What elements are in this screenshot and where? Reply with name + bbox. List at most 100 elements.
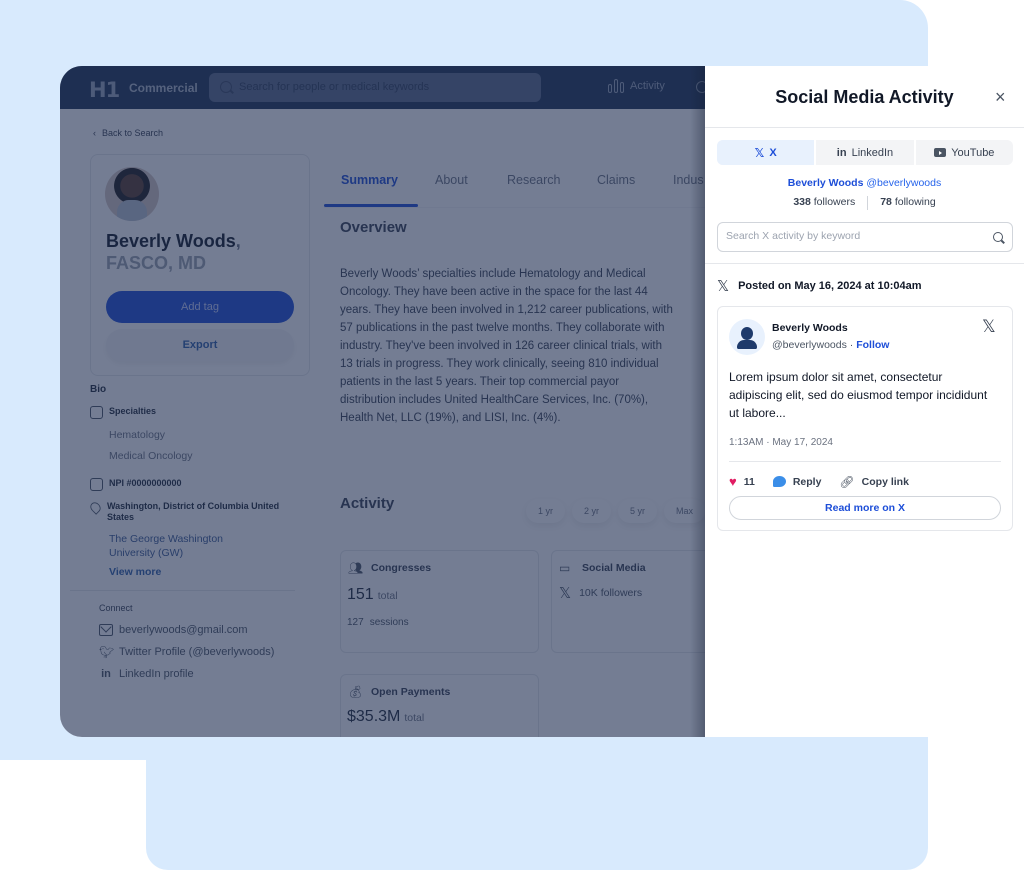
people-group-icon: 👥︎ <box>348 561 364 575</box>
profile-name: Beverly Woods, <box>106 230 241 253</box>
x-logo-icon: 𝕏 <box>559 584 572 602</box>
devices-icon: ▭ <box>559 561 571 575</box>
posted-on-text: Posted on May 16, 2024 at 10:04am <box>738 280 922 292</box>
post-date-header: 𝕏 Posted on May 16, 2024 at 10:04am <box>717 277 922 295</box>
tab-research[interactable]: Research <box>507 173 561 187</box>
connect-twitter[interactable]: 🐦︎ Twitter Profile (@beverlywoods) <box>99 641 274 663</box>
congresses-total-value: 151 <box>347 586 374 603</box>
congresses-total-label: total <box>377 590 398 602</box>
congresses-card[interactable]: 👥︎ Congresses 151 total 127 sessions <box>340 550 539 653</box>
account-info[interactable]: Beverly Woods @beverlywoods <box>705 177 1024 189</box>
global-search-input[interactable]: Search for people or medical keywords <box>209 73 541 102</box>
location-pin-icon <box>88 500 103 515</box>
tweet-author-name[interactable]: Beverly Woods <box>772 322 848 334</box>
tab-x-label: X <box>769 146 777 159</box>
avatar-head <box>741 327 753 340</box>
overview-title: Overview <box>340 219 407 236</box>
tweet-body: Lorem ipsum dolor sit amet, consectetur … <box>729 370 988 420</box>
search-icon[interactable] <box>993 232 1003 242</box>
account-name: Beverly Woods <box>787 177 864 189</box>
range-5yr-button[interactable]: 5 yr <box>618 499 658 523</box>
connect-section: Connect beverlywoods@gmail.com 🐦︎ Twitte… <box>99 603 274 685</box>
profile-card: Beverly Woods, FASCO, MD Add tag Export <box>90 154 310 376</box>
divider <box>729 461 1001 462</box>
range-1yr-button[interactable]: 1 yr <box>526 499 566 523</box>
link-icon: 🔗︎ <box>839 474 855 489</box>
add-tag-button[interactable]: Add tag <box>106 291 294 323</box>
search-placeholder: Search for people or medical keywords <box>239 81 430 93</box>
specialties-label: Specialties <box>109 406 157 416</box>
divider <box>705 263 1024 264</box>
payments-icon: 💰︎ <box>348 685 364 699</box>
social-followers: 𝕏 10K followers <box>559 584 642 602</box>
back-label: Back to Search <box>102 128 164 138</box>
social-media-title: Social Media <box>582 562 646 574</box>
payments-total-value: $35.3M <box>347 708 401 725</box>
divider <box>70 590 295 591</box>
tweet-actions: ♥ 11 Reply 🔗︎ Copy link <box>729 474 927 489</box>
institution-link[interactable]: The George Washington University (GW) <box>109 532 259 560</box>
copy-link-button[interactable]: 🔗︎ Copy link <box>839 475 909 489</box>
nav-activity-link[interactable]: Activity <box>608 79 665 93</box>
close-icon[interactable]: × <box>995 88 1006 106</box>
id-card-icon <box>90 478 103 491</box>
tweet-timestamp[interactable]: 1:13AM · May 17, 2024 <box>729 437 833 448</box>
view-more-link[interactable]: View more <box>109 566 161 578</box>
youtube-icon <box>934 148 947 157</box>
connect-email[interactable]: beverlywoods@gmail.com <box>99 619 274 641</box>
like-count: 11 <box>743 475 755 488</box>
tab-summary[interactable]: Summary <box>341 173 398 187</box>
tab-youtube[interactable]: YouTube <box>916 140 1013 165</box>
product-label: Commercial <box>129 81 198 95</box>
tab-x[interactable]: 𝕏 X <box>717 140 817 165</box>
h1-logo[interactable]: H1 <box>89 78 120 102</box>
tweet-handle-text: @beverlywoods <box>772 339 847 351</box>
drawer-title: Social Media Activity <box>775 87 954 107</box>
tab-about[interactable]: About <box>435 173 468 187</box>
followers-label: followers <box>813 196 856 208</box>
reply-label: Reply <box>792 475 822 488</box>
connect-linkedin[interactable]: in LinkedIn profile <box>99 663 274 685</box>
specialty-item: Medical Oncology <box>109 450 193 462</box>
twitter-text: Twitter Profile (@beverlywoods) <box>119 646 275 658</box>
nav-icon[interactable] <box>696 81 705 93</box>
activity-title: Activity <box>340 495 395 512</box>
reply-button[interactable]: Reply <box>772 475 822 488</box>
specialties-row: Specialties <box>90 406 156 419</box>
social-media-drawer: Social Media Activity × 𝕏 X in LinkedIn … <box>705 66 1024 737</box>
avatar-body <box>737 340 757 349</box>
tweet-author-avatar[interactable] <box>729 319 765 355</box>
range-2yr-button[interactable]: 2 yr <box>572 499 612 523</box>
social-followers-text: 10K followers <box>579 587 643 599</box>
profile-credentials: FASCO, MD <box>106 253 207 273</box>
open-payments-card[interactable]: 💰︎ Open Payments $35.3M total <box>340 674 539 737</box>
location-row: Washington, District of Columbia United … <box>88 500 295 523</box>
range-max-button[interactable]: Max <box>664 499 705 523</box>
like-button[interactable]: ♥ 11 <box>729 474 755 489</box>
x-logo-icon: 𝕏 <box>754 145 765 160</box>
export-button[interactable]: Export <box>106 329 294 361</box>
tab-linkedin[interactable]: in LinkedIn <box>816 140 916 165</box>
tab-claims[interactable]: Claims <box>597 173 635 187</box>
back-to-search-link[interactable]: ‹ Back to Search <box>93 128 163 138</box>
profile-name-text: Beverly Woods <box>106 231 236 251</box>
tab-industry[interactable]: Indus <box>673 173 704 187</box>
sessions-label: sessions <box>369 617 409 628</box>
mail-icon <box>99 624 113 636</box>
activity-search-field[interactable] <box>717 222 1013 252</box>
x-logo-icon[interactable]: 𝕏 <box>982 317 996 337</box>
linkedin-icon: in <box>836 146 847 159</box>
activity-search-input[interactable] <box>726 230 976 242</box>
chevron-left-icon: ‹ <box>93 128 96 138</box>
social-media-card[interactable]: ▭ Social Media 𝕏 10K followers <box>551 550 705 653</box>
tweet-author-handle: @beverlywoods · Follow <box>772 339 890 351</box>
congresses-sessions: 127 sessions <box>347 617 409 628</box>
sessions-value: 127 <box>347 617 364 628</box>
divider <box>705 127 1024 128</box>
follow-link[interactable]: Follow <box>856 339 889 351</box>
open-payments-title: Open Payments <box>371 686 451 698</box>
read-more-on-x-button[interactable]: Read more on X <box>729 496 1001 520</box>
following-stat: 78 following <box>880 196 935 210</box>
location-text: Washington, District of Columbia United … <box>107 501 280 522</box>
reply-bubble-icon <box>772 476 786 487</box>
